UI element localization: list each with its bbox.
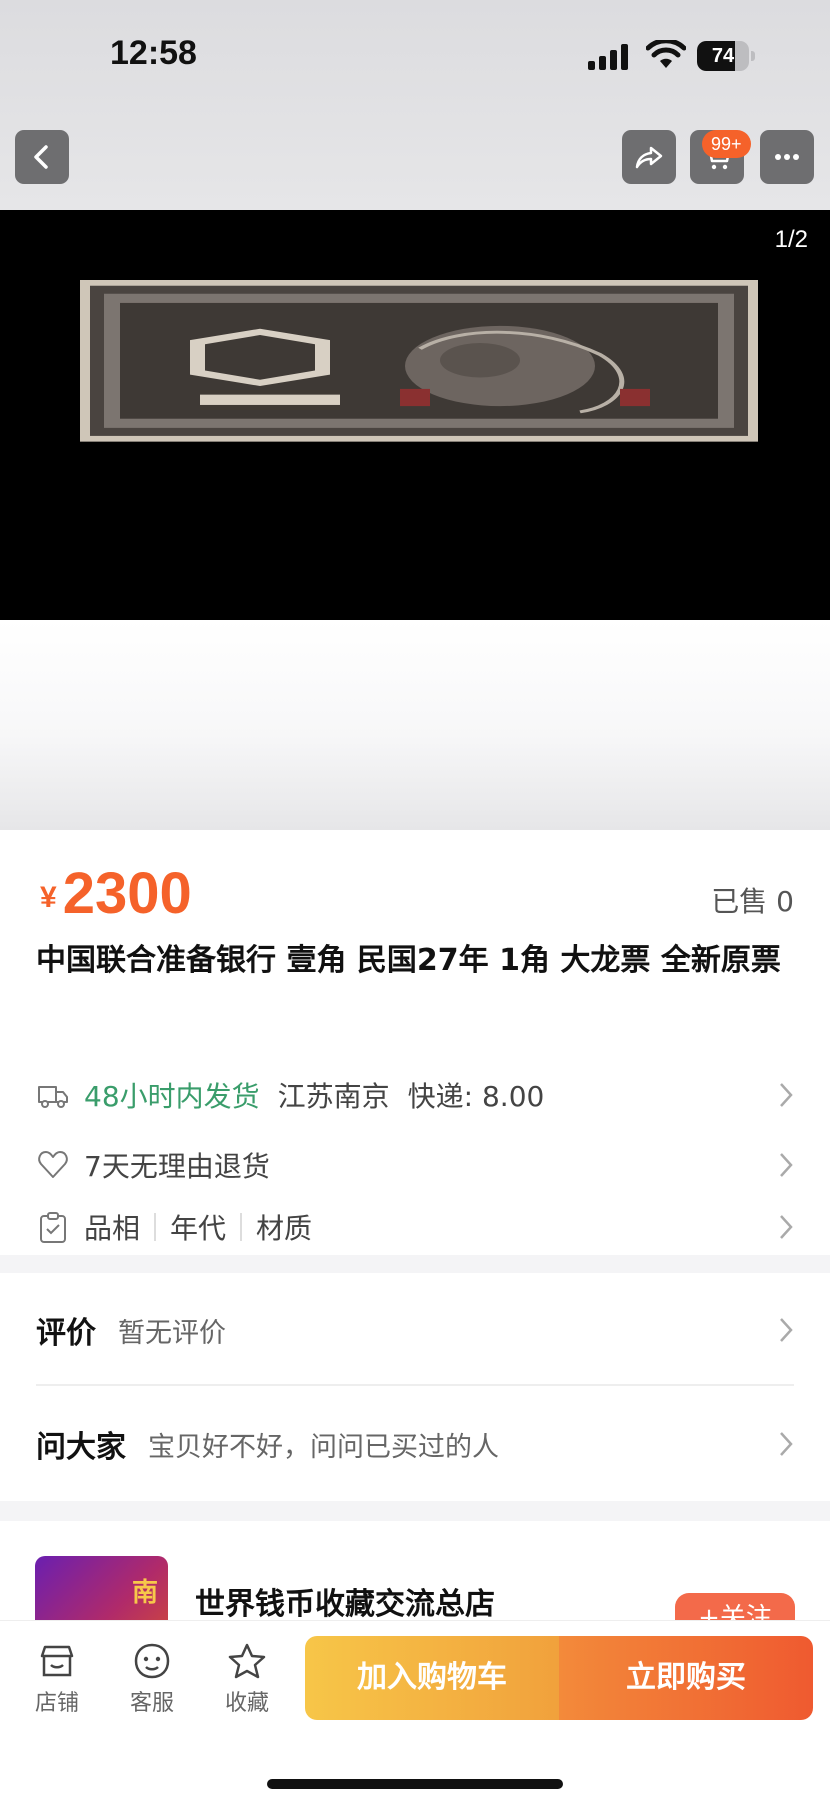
gallery-backdrop (0, 620, 830, 830)
product-info-card: ¥2300 已售 0 中国联合准备银行 壹角 民国27年 1角 大龙票 全新原票… (0, 830, 830, 1255)
favorite-label: 收藏 (224, 1691, 269, 1716)
reviews-value: 暂无评价 (118, 1317, 226, 1349)
product-title: 中国联合准备银行 壹角 民国27年 1角 大龙票 全新原票 (36, 943, 781, 978)
return-policy-row[interactable]: 7天无理由退货 (36, 1140, 794, 1190)
clipboard-icon (40, 1212, 66, 1243)
reviews-row[interactable]: 评价 暂无评价 (36, 1295, 794, 1365)
attributes-row[interactable]: 品相 年代 材质 (36, 1202, 794, 1252)
cart-badge: 99+ (702, 130, 751, 158)
chevron-right-icon (780, 1215, 793, 1239)
bottom-action-bar: 店铺 客服 收藏 加入购物车 立即购买 (0, 1620, 830, 1800)
attribute-divider (154, 1213, 157, 1241)
banknote-image (80, 280, 758, 442)
gallery-counter: 1/2 (774, 226, 808, 253)
chevron-right-icon (780, 1153, 793, 1177)
signal-icon (588, 44, 628, 70)
shipping-time: 48小时内发货 (84, 1080, 260, 1113)
shipping-location: 江苏南京 (277, 1080, 390, 1113)
attribute-condition: 品相 (84, 1212, 141, 1245)
follow-button[interactable]: +关注 (675, 1593, 795, 1621)
favorite-tab[interactable]: 收藏 (207, 1641, 287, 1717)
attribute-material: 材质 (256, 1212, 313, 1245)
shop-card[interactable]: 南 世界钱币收藏交流总店 +关注 (0, 1521, 830, 1621)
status-bar: 12:58 74 (0, 0, 830, 110)
ask-row[interactable]: 问大家 宝贝好不好，问问已买过的人 (36, 1409, 794, 1479)
add-to-cart-button[interactable]: 加入购物车 (305, 1636, 559, 1720)
price-currency: ¥ (40, 881, 57, 914)
status-time: 12:58 (110, 34, 197, 72)
shop-logo-text: 南 (131, 1578, 158, 1608)
share-icon (635, 146, 663, 169)
service-icon (134, 1643, 170, 1679)
attribute-divider (240, 1213, 243, 1241)
shop-logo: 南 (35, 1556, 168, 1621)
return-policy: 7天无理由退货 (84, 1150, 270, 1183)
attribute-era: 年代 (170, 1212, 227, 1245)
shop-name: 世界钱币收藏交流总店 (195, 1587, 495, 1621)
share-button[interactable] (622, 130, 676, 184)
service-label: 客服 (129, 1691, 174, 1716)
reviews-divider (36, 1384, 794, 1386)
back-icon (34, 145, 48, 169)
chevron-right-icon (780, 1318, 793, 1342)
ask-label: 问大家 (36, 1430, 126, 1465)
home-indicator (267, 1779, 563, 1789)
top-header: 12:58 74 99+ (0, 0, 830, 210)
service-tab[interactable]: 客服 (112, 1641, 192, 1717)
reviews-card: 评价 暂无评价 问大家 宝贝好不好，问问已买过的人 (0, 1273, 830, 1501)
heart-icon (38, 1151, 68, 1178)
battery-percent: 74 (711, 45, 735, 67)
chevron-right-icon (780, 1432, 793, 1456)
product-gallery[interactable]: 1/2 (0, 210, 830, 620)
shipping-fee: 快递: 8.00 (407, 1080, 545, 1113)
more-button[interactable] (760, 130, 814, 184)
wifi-icon (646, 40, 686, 68)
more-icon (775, 154, 799, 160)
sold-count: 已售 0 (711, 885, 794, 918)
store-label: 店铺 (34, 1691, 79, 1716)
product-price: ¥2300 (40, 860, 192, 927)
store-tab[interactable]: 店铺 (17, 1641, 97, 1717)
chevron-right-icon (780, 1083, 793, 1107)
star-icon (228, 1643, 266, 1679)
purchase-buttons: 加入购物车 立即购买 (305, 1636, 813, 1720)
battery-indicator: 74 (697, 41, 755, 71)
back-button[interactable] (15, 130, 69, 184)
price-value: 2300 (62, 861, 192, 926)
reviews-label: 评价 (36, 1316, 96, 1351)
ask-hint: 宝贝好不好，问问已买过的人 (148, 1431, 499, 1463)
shipping-row[interactable]: 48小时内发货 江苏南京 快递: 8.00 (36, 1070, 794, 1120)
buy-now-button[interactable]: 立即购买 (559, 1636, 813, 1720)
store-icon (40, 1645, 74, 1677)
truck-icon (38, 1086, 68, 1108)
